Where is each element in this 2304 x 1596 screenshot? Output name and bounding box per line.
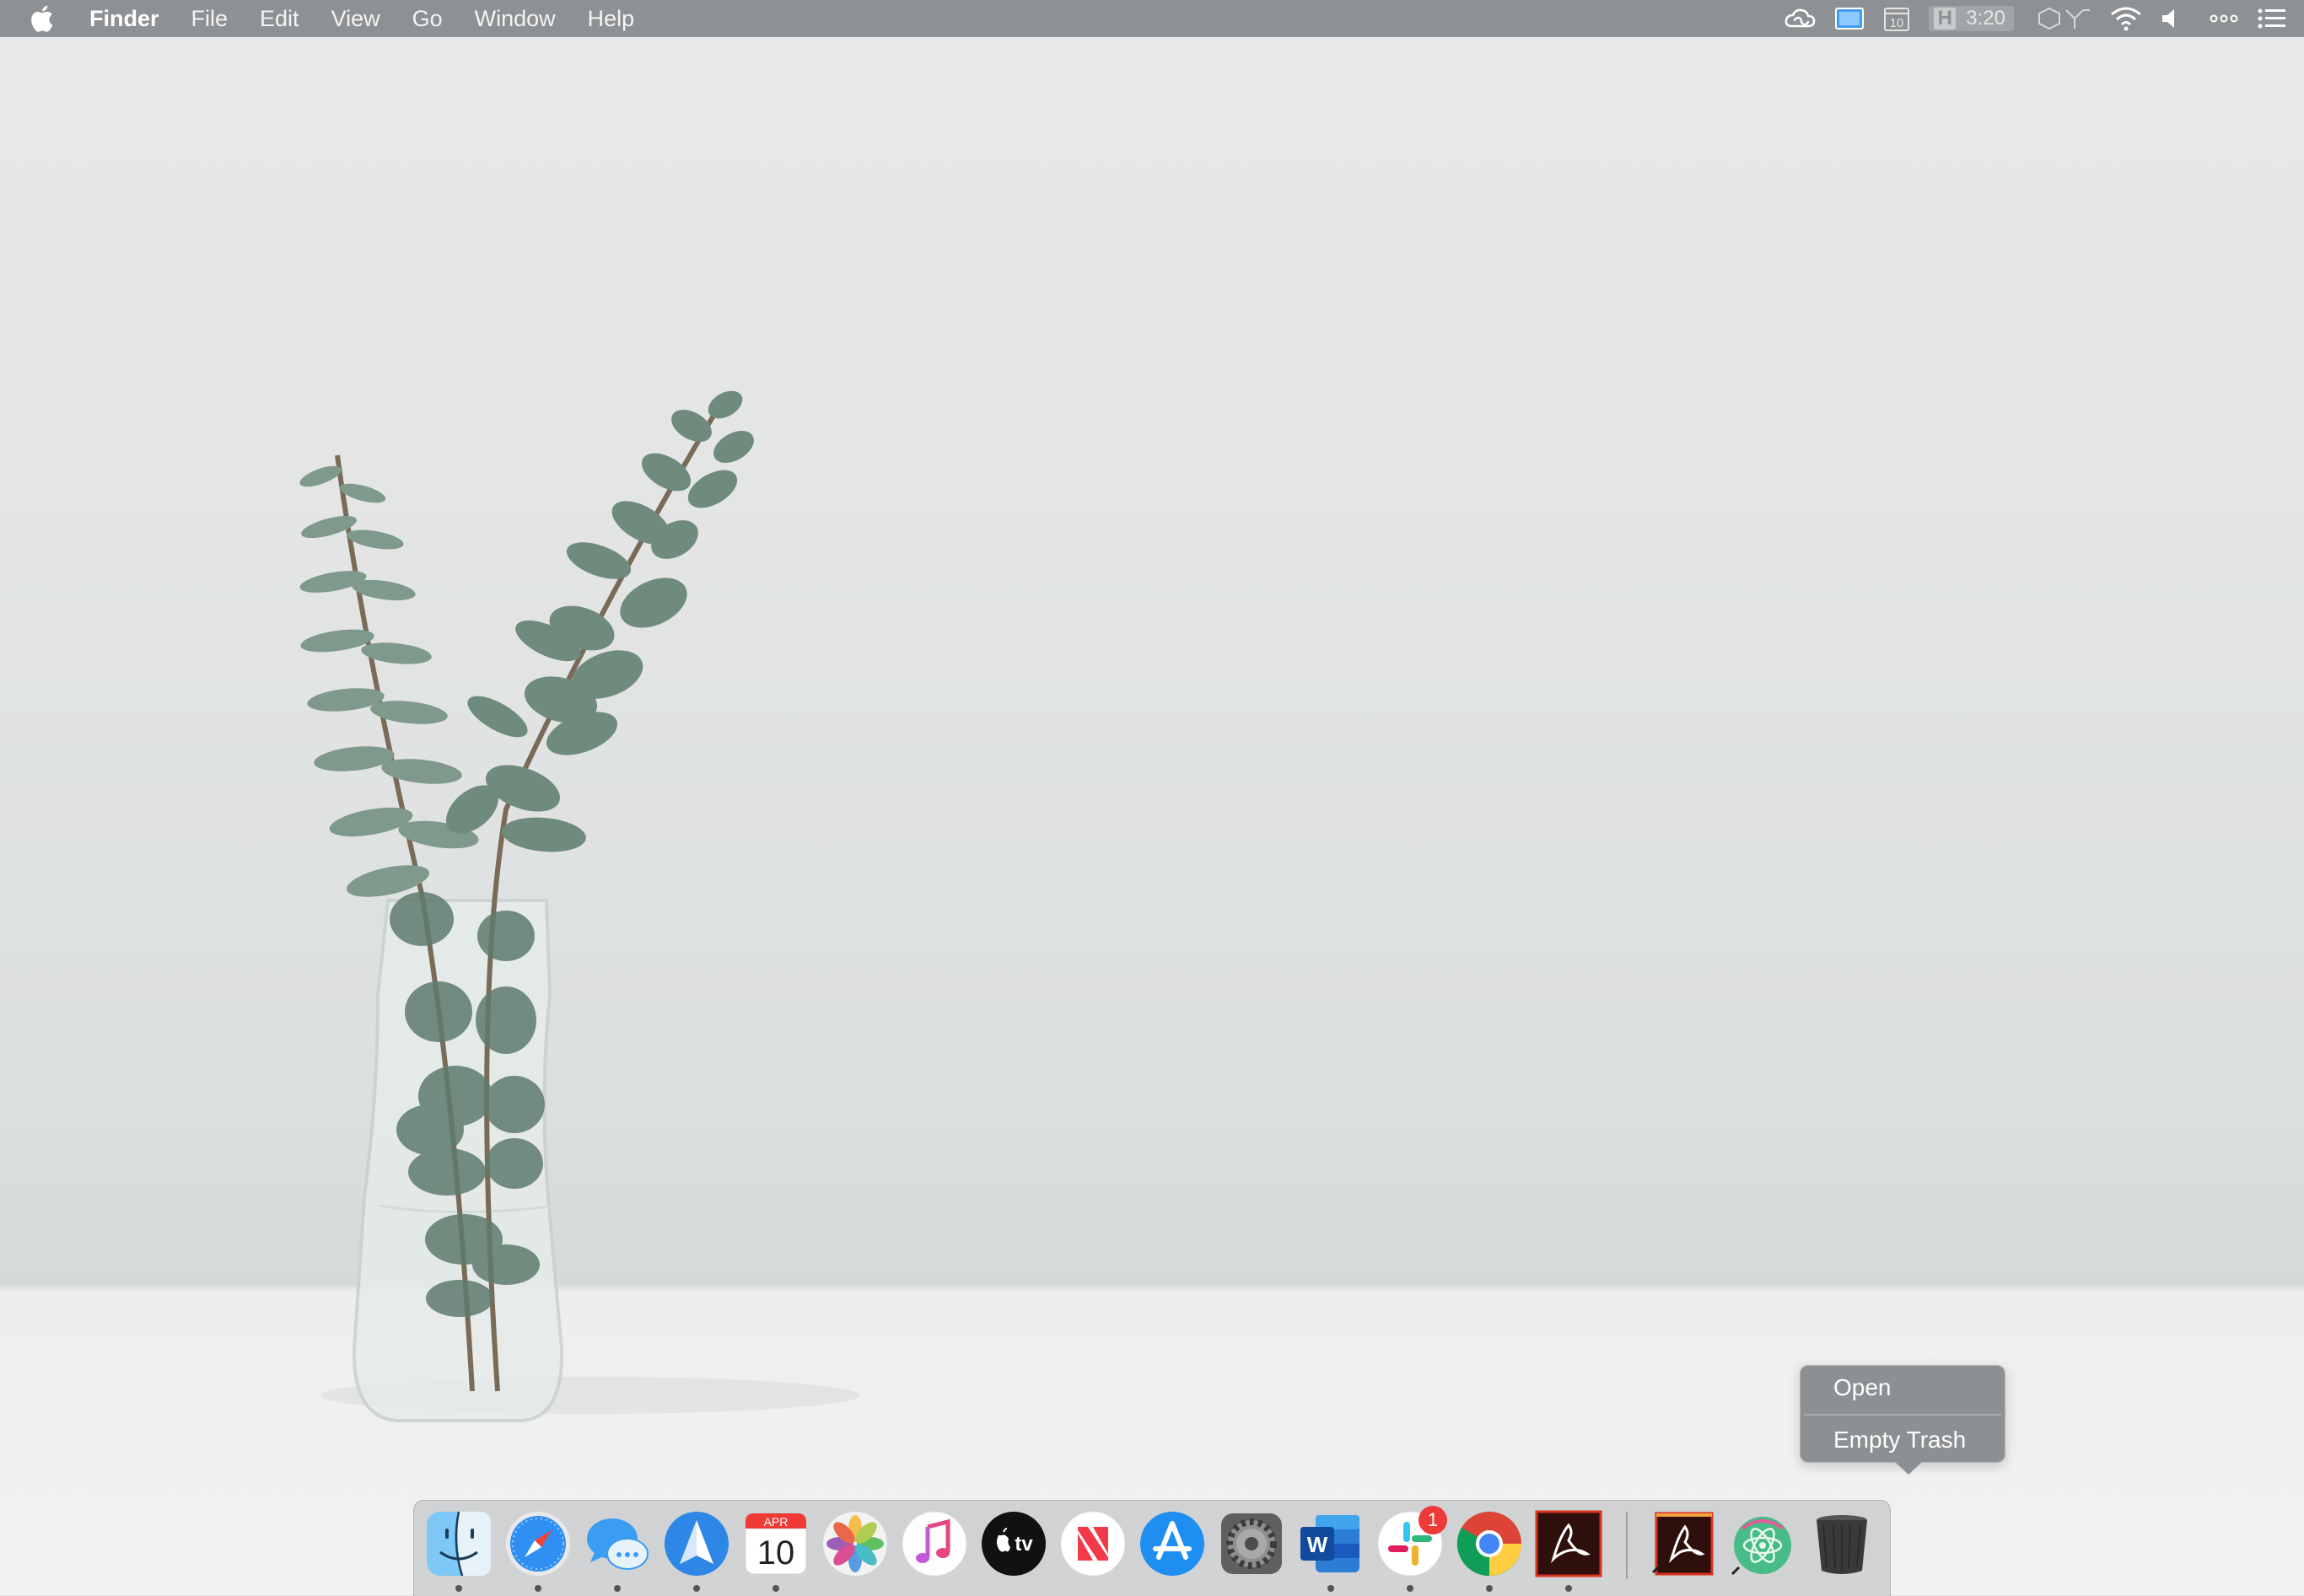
system-preferences-icon[interactable]	[1218, 1510, 1285, 1577]
running-indicator	[1327, 1585, 1334, 1592]
trash-context-menu: Open Empty Trash	[1800, 1365, 2005, 1475]
running-indicator	[693, 1585, 700, 1592]
spark-icon[interactable]	[663, 1510, 730, 1577]
running-indicator	[1565, 1585, 1572, 1592]
dock-separator	[1626, 1512, 1628, 1579]
calendar-month: APR	[764, 1515, 789, 1529]
menu-item-empty-trash[interactable]: Empty Trash	[1833, 1427, 1966, 1454]
menu-edit[interactable]: Edit	[260, 0, 299, 37]
calendar-status-icon[interactable]: 10	[1883, 0, 1910, 37]
calendar-icon[interactable]: APR 10	[742, 1510, 810, 1577]
acrobat-icon[interactable]	[1535, 1510, 1602, 1577]
running-indicator	[1407, 1585, 1413, 1592]
news-icon[interactable]	[1059, 1510, 1127, 1577]
clock-widget[interactable]: H 3:20	[1929, 0, 2014, 37]
menu-item-open[interactable]: Open	[1833, 1374, 1892, 1401]
chrome-icon[interactable]	[1456, 1510, 1523, 1577]
app-store-icon[interactable]	[1139, 1510, 1206, 1577]
word-icon[interactable]: W	[1297, 1510, 1365, 1577]
menu-app-name[interactable]: Finder	[89, 0, 159, 37]
messages-icon[interactable]	[584, 1510, 651, 1577]
display-icon[interactable]	[1834, 0, 1865, 37]
volume-icon[interactable]	[2161, 0, 2183, 37]
menu-file[interactable]: File	[191, 0, 229, 37]
menu-go[interactable]: Go	[412, 0, 443, 37]
photos-icon[interactable]	[821, 1510, 889, 1577]
running-indicator	[535, 1585, 541, 1592]
wifi-icon[interactable]	[2110, 0, 2142, 37]
menu-separator	[1804, 1414, 2001, 1416]
more-icon[interactable]	[2210, 0, 2238, 37]
tv-label: tv	[1015, 1533, 1033, 1556]
running-indicator	[455, 1585, 462, 1592]
running-indicator	[614, 1585, 621, 1592]
trash-icon[interactable]	[1808, 1510, 1876, 1577]
creative-cloud-icon[interactable]	[1784, 0, 1816, 37]
acrobat-doc-icon[interactable]	[1650, 1510, 1717, 1577]
music-icon[interactable]	[901, 1510, 968, 1577]
clock-time: 3:20	[1966, 7, 2005, 30]
desktop-wallpaper	[0, 0, 2304, 1595]
running-indicator	[772, 1585, 779, 1592]
menu-bar: Finder File Edit View Go Window Help 10	[0, 0, 2304, 37]
atom-icon[interactable]	[1729, 1510, 1796, 1577]
notification-center-icon[interactable]	[2257, 0, 2287, 37]
menu-help[interactable]: Help	[588, 0, 635, 37]
clock-badge: H	[1934, 7, 1957, 30]
word-letter: W	[1307, 1532, 1328, 1557]
apple-icon[interactable]	[30, 0, 64, 37]
running-indicator	[1486, 1585, 1493, 1592]
airplay-icon[interactable]	[2036, 0, 2091, 37]
tv-icon[interactable]: tv	[980, 1510, 1047, 1577]
menu-window[interactable]: Window	[475, 0, 556, 37]
slack-notification-badge: 1	[1418, 1506, 1447, 1534]
calendar-status-day: 10	[1890, 16, 1904, 30]
menu-pointer	[1895, 1462, 1922, 1475]
safari-icon[interactable]	[504, 1510, 572, 1577]
finder-icon[interactable]	[425, 1510, 493, 1577]
calendar-day: 10	[757, 1534, 795, 1572]
menu-view[interactable]: View	[331, 0, 380, 37]
plant-vase-illustration	[299, 390, 860, 1422]
